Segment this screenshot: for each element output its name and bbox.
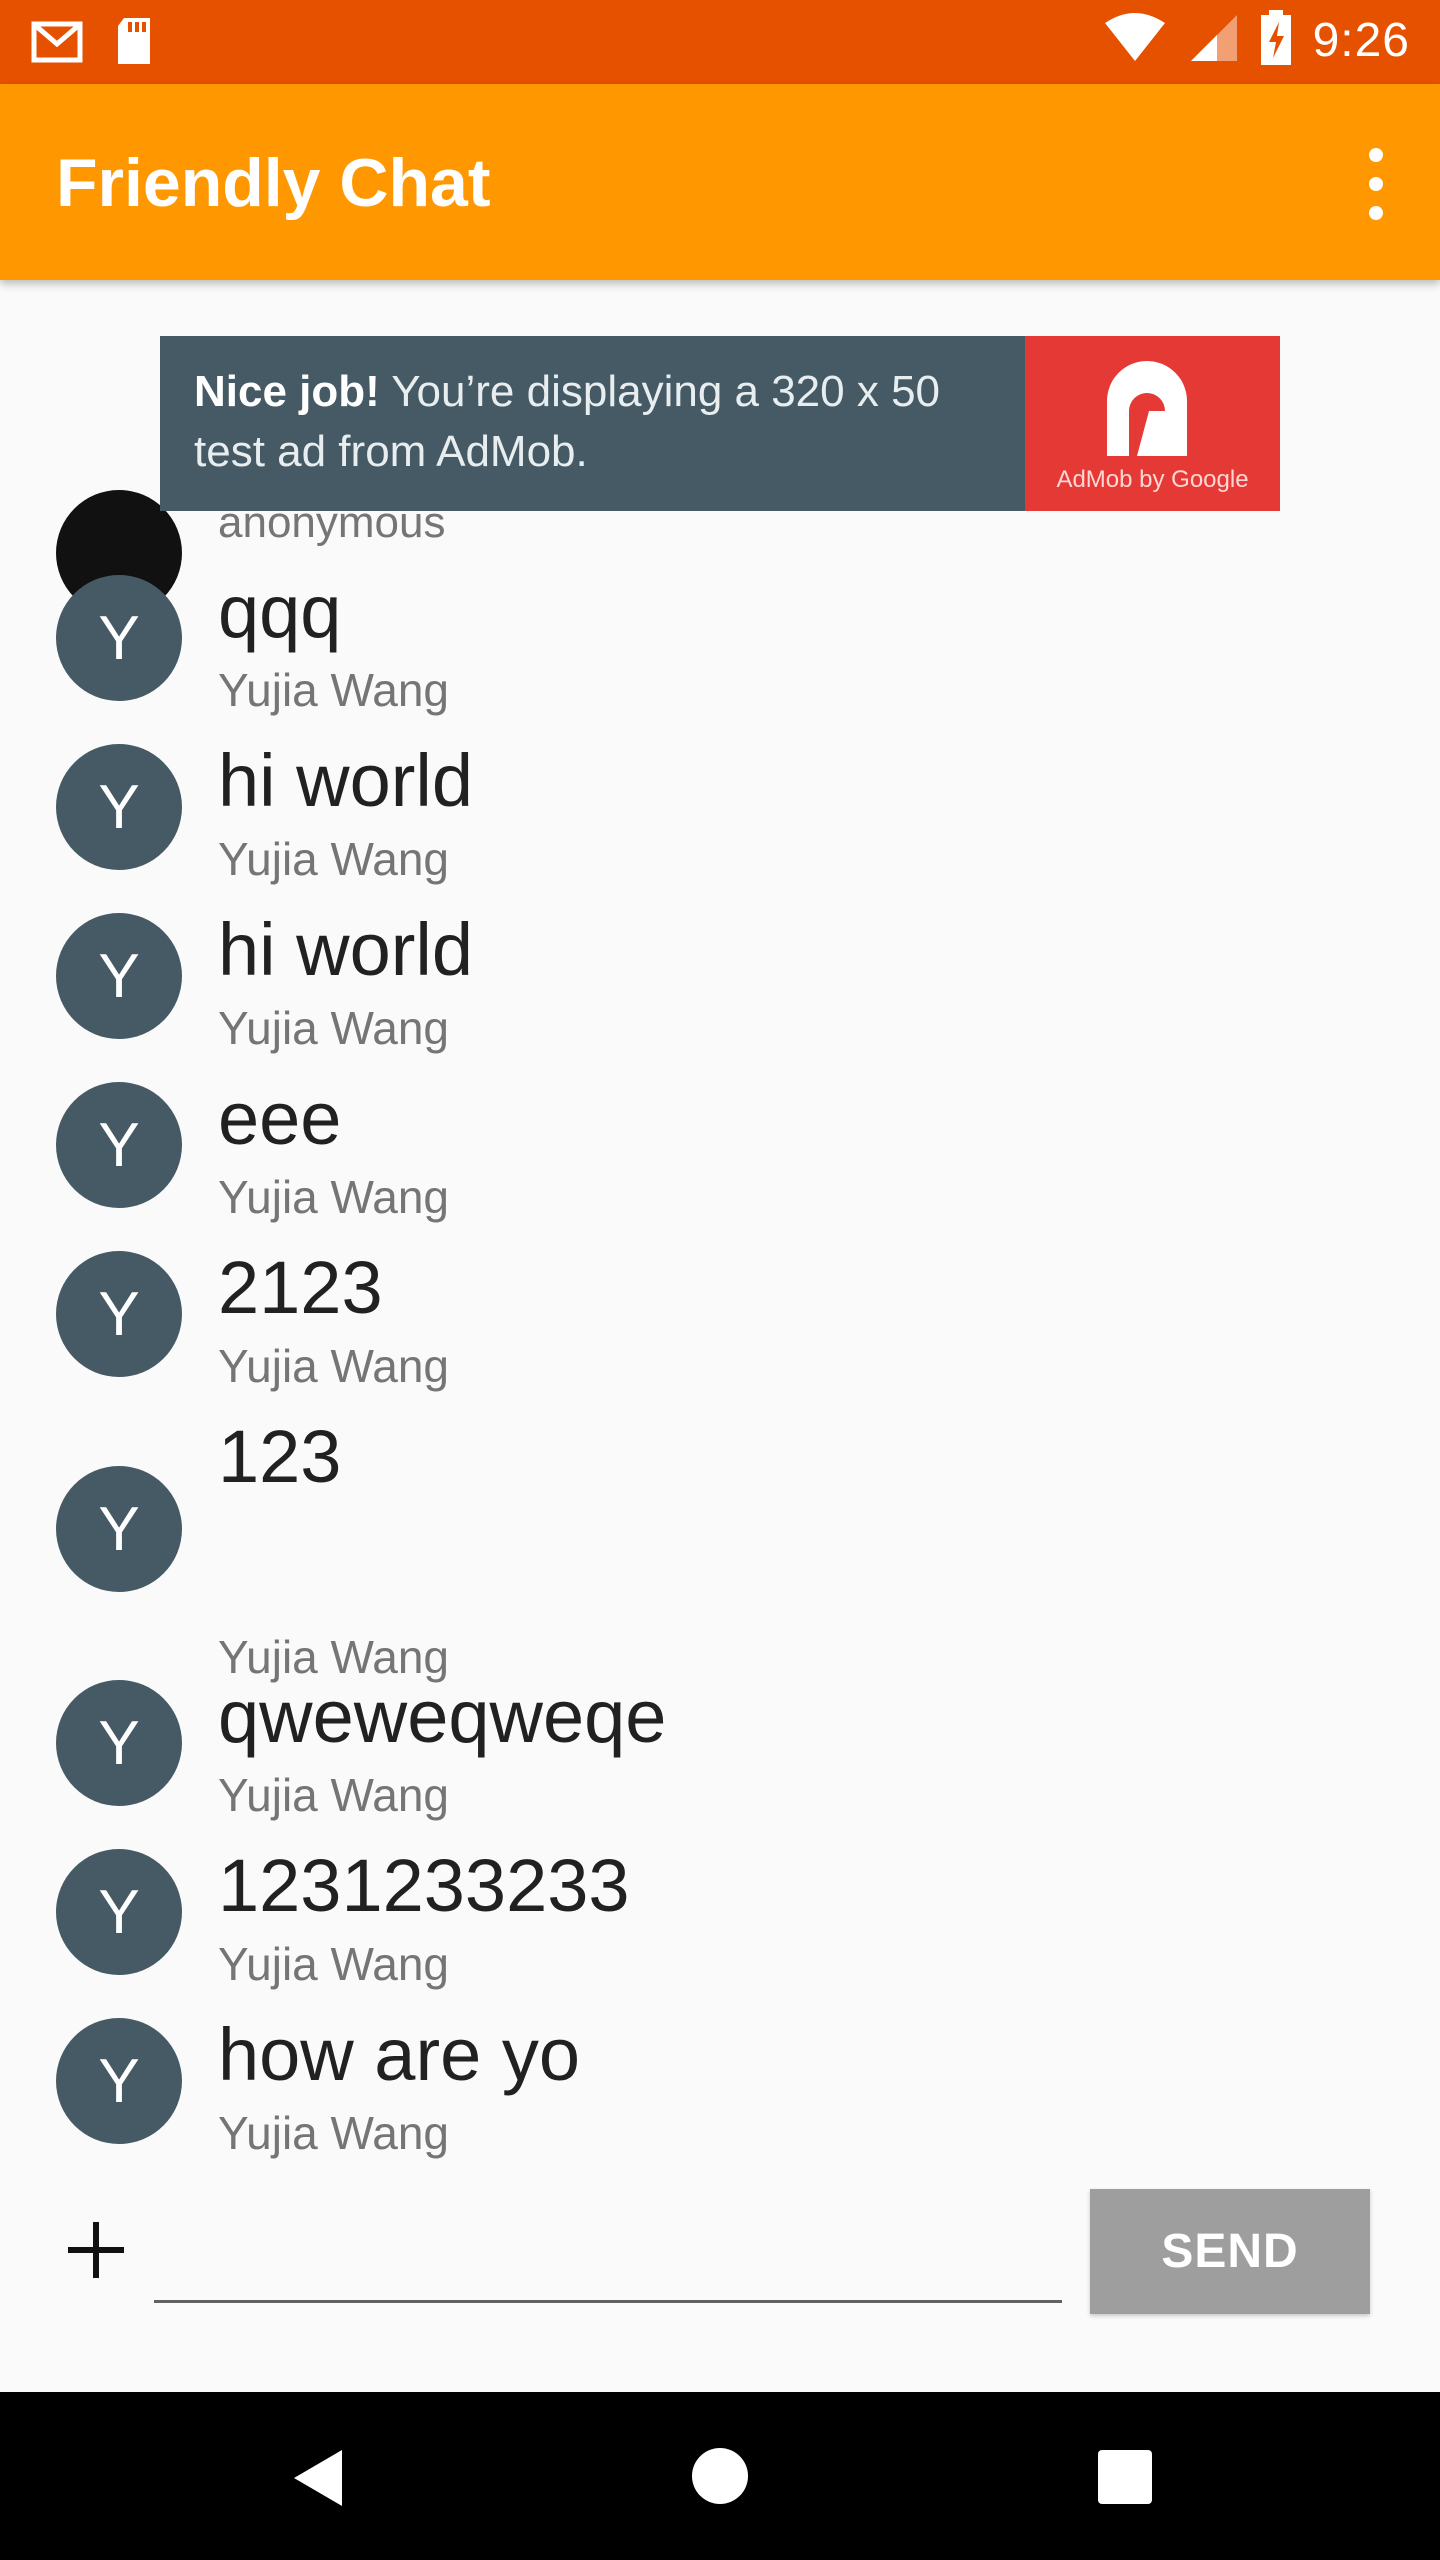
app-title: Friendly Chat <box>56 145 491 221</box>
message-list[interactable]: anonymous Y qqq Yujia Wang Y hi world Yu… <box>0 280 1440 2180</box>
avatar: Y <box>56 913 182 1039</box>
avatar: Y <box>56 2018 182 2144</box>
ad-text: Nice job! You’re displaying a 320 x 50 t… <box>194 362 994 482</box>
avatar: Y <box>56 1680 182 1806</box>
message-text: hi world <box>218 739 473 822</box>
message-text: hi world <box>218 908 473 991</box>
message-text: qqq <box>218 570 342 653</box>
avatar: Y <box>56 1082 182 1208</box>
status-bar: 9:26 <box>0 0 1440 84</box>
battery-charging-icon <box>1259 10 1293 71</box>
ad-body-line1: You’re displaying a 320 x 50 <box>391 367 941 416</box>
avatar: Y <box>56 575 182 701</box>
message-text: 2123 <box>218 1246 383 1329</box>
status-left-icons <box>30 14 154 73</box>
message-text: how are yo <box>218 2013 580 2096</box>
avatar: Y <box>56 1251 182 1377</box>
message-sender: Yujia Wang <box>218 1171 449 1223</box>
admob-logo: AdMob by Google <box>1025 336 1280 511</box>
message-sender: Yujia Wang <box>218 664 449 716</box>
overflow-menu-icon[interactable] <box>1352 148 1400 220</box>
gmail-icon <box>30 14 92 73</box>
home-icon[interactable] <box>692 2448 748 2504</box>
overflow-dot <box>1369 148 1383 162</box>
avatar: Y <box>56 1466 182 1592</box>
message-sender: Yujia Wang <box>218 1769 449 1821</box>
message-input[interactable] <box>154 2196 1062 2303</box>
message-composer: SEND <box>0 2180 1440 2392</box>
message-sender: Yujia Wang <box>218 1938 449 1990</box>
avatar: Y <box>56 1849 182 1975</box>
admob-icon <box>1107 361 1187 456</box>
back-icon[interactable] <box>290 2448 344 2508</box>
message-sender: Yujia Wang <box>218 1002 449 1054</box>
send-button[interactable]: SEND <box>1090 2189 1370 2314</box>
message-sender: Yujia Wang <box>218 2107 449 2159</box>
overflow-dot <box>1369 177 1383 191</box>
ad-body-line2: test ad from AdMob. <box>194 427 588 476</box>
sd-card-icon <box>114 14 154 73</box>
message-text: qweweqweqe <box>218 1675 667 1758</box>
ad-banner[interactable]: Nice job! You’re displaying a 320 x 50 t… <box>160 336 1280 511</box>
message-text: 123 <box>218 1415 342 1498</box>
overflow-dot <box>1369 206 1383 220</box>
status-right-icons: 9:26 <box>1103 10 1410 71</box>
message-sender: Yujia Wang <box>218 833 449 885</box>
ad-headline: Nice job! <box>194 367 380 416</box>
add-icon[interactable] <box>68 2222 124 2278</box>
status-time: 9:26 <box>1312 14 1410 67</box>
recents-icon[interactable] <box>1098 2450 1152 2504</box>
message-sender: Yujia Wang <box>218 1340 449 1392</box>
message-text: eee <box>218 1077 342 1160</box>
message-text: 1231233233 <box>218 1844 630 1927</box>
wifi-icon <box>1103 13 1167 68</box>
navigation-bar <box>0 2392 1440 2560</box>
app-bar: Friendly Chat <box>0 84 1440 280</box>
cell-signal-icon <box>1187 13 1239 68</box>
avatar: Y <box>56 744 182 870</box>
ad-brand-label: AdMob by Google <box>1056 466 1249 493</box>
